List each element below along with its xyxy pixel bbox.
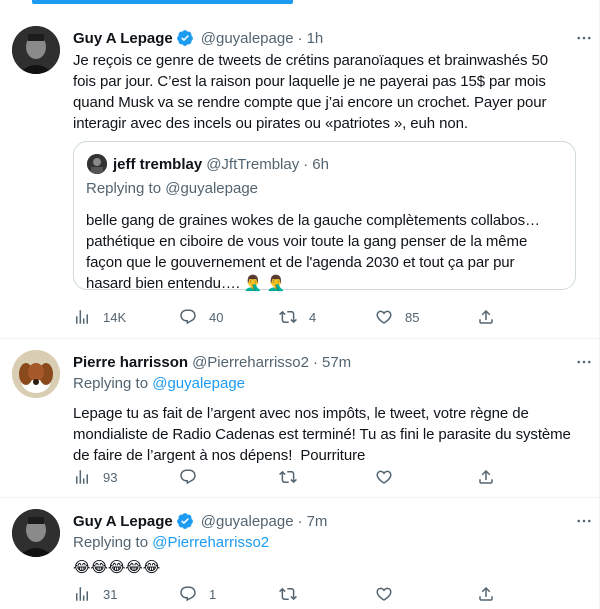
- views-icon: [76, 587, 88, 601]
- share-button[interactable]: [477, 467, 495, 487]
- avatar[interactable]: [12, 509, 60, 557]
- retweet-button[interactable]: 4: [279, 307, 316, 327]
- like-icon: [376, 470, 392, 484]
- reply-icon: [180, 309, 196, 325]
- separator-dot: ·: [313, 353, 318, 371]
- tweet-reply[interactable]: Guy A Lepage @guyalepage · 7m Replying t…: [0, 498, 600, 609]
- share-button[interactable]: [477, 584, 495, 604]
- quoted-author-handle: @JftTremblay: [206, 155, 300, 173]
- views-count: 93: [103, 469, 118, 485]
- author-handle[interactable]: @guyalepage: [201, 30, 294, 47]
- views-icon: [76, 470, 88, 484]
- timestamp[interactable]: 57m: [322, 354, 351, 371]
- author-name[interactable]: Guy A Lepage: [73, 513, 173, 530]
- share-icon: [479, 309, 493, 324]
- more-icon[interactable]: [574, 352, 594, 372]
- replying-handle-link[interactable]: @guyalepage: [152, 375, 245, 392]
- separator-dot: ·: [297, 512, 303, 530]
- quoted-avatar: [87, 154, 107, 174]
- tweet-reply[interactable]: Pierre harrisson @Pierreharrisso2 · 57m …: [0, 339, 600, 497]
- retweet-icon: [279, 470, 297, 484]
- quoted-author-name: jeff tremblay: [113, 155, 203, 173]
- avatar[interactable]: [12, 350, 60, 398]
- author-handle[interactable]: @Pierreharrisso2: [192, 354, 309, 371]
- reply-icon: [180, 586, 196, 602]
- reply-count: 40: [209, 309, 224, 325]
- like-icon: [376, 587, 392, 601]
- share-icon: [479, 586, 493, 601]
- replying-handle-link[interactable]: @Pierreharrisso2: [152, 534, 269, 551]
- tweet-text: Lepage tu as fait de l’argent avec nos i…: [73, 405, 571, 464]
- like-button[interactable]: 85: [375, 307, 419, 327]
- retweet-button[interactable]: [279, 584, 309, 604]
- reply-count: 1: [209, 586, 217, 602]
- author-name[interactable]: Guy A Lepage: [73, 30, 173, 47]
- retweet-button[interactable]: [279, 467, 309, 487]
- separator-dot: ·: [297, 29, 303, 47]
- views-count: 31: [103, 586, 118, 602]
- retweet-icon: [279, 310, 297, 324]
- quoted-tweet[interactable]: jeff tremblay @JftTremblay · 6h Replying…: [73, 141, 576, 292]
- replying-prefix: Replying to: [73, 375, 149, 392]
- retweet-count: 4: [309, 309, 317, 325]
- tweet-actions: 14K 40 4 85: [73, 307, 577, 327]
- tweet-main[interactable]: Guy A Lepage @guyalepage · 1h Je reçois …: [0, 0, 600, 338]
- tweet-actions: 31 1: [73, 584, 577, 604]
- replying-to: Replying to @guyalepage: [73, 375, 584, 395]
- reply-icon: [180, 469, 196, 485]
- timestamp[interactable]: 1h: [307, 30, 324, 47]
- like-count: 85: [405, 309, 420, 325]
- views-button[interactable]: 31: [73, 584, 117, 604]
- replying-prefix: Replying to: [73, 534, 149, 551]
- timestamp[interactable]: 7m: [307, 513, 328, 530]
- views-button[interactable]: 14K: [73, 307, 126, 327]
- separator-dot: ·: [303, 155, 309, 173]
- reply-button[interactable]: 40: [179, 307, 223, 327]
- replying-to: Replying to @Pierreharrisso2: [73, 534, 584, 554]
- share-icon: [479, 469, 493, 484]
- retweet-icon: [279, 587, 297, 601]
- author-name[interactable]: Pierre harrisson: [73, 354, 188, 371]
- views-count: 14K: [103, 309, 127, 325]
- like-button[interactable]: [375, 467, 405, 487]
- replying-prefix: Replying to: [86, 180, 162, 197]
- verified-icon: [176, 512, 194, 530]
- views-button[interactable]: 93: [73, 467, 117, 487]
- more-icon[interactable]: [574, 28, 594, 48]
- tweet-text: Je reçois ce genre de tweets de crétins …: [73, 52, 548, 132]
- replying-handle: @guyalepage: [165, 180, 259, 197]
- verified-icon: [176, 29, 194, 47]
- tweet-text: 😂😂😂😂😂: [73, 559, 161, 576]
- quoted-text: belle gang de graines wokes de la gauche…: [86, 212, 540, 292]
- avatar[interactable]: [12, 26, 60, 74]
- quoted-replying-to: Replying to @guyalepage: [86, 180, 563, 200]
- like-button[interactable]: [375, 584, 405, 604]
- reply-button[interactable]: 1: [179, 584, 216, 604]
- author-handle[interactable]: @guyalepage: [201, 513, 294, 530]
- more-icon[interactable]: [574, 511, 594, 531]
- like-icon: [376, 310, 392, 324]
- views-icon: [76, 310, 88, 324]
- quoted-timestamp: 6h: [312, 155, 329, 173]
- tweet-actions: 93: [73, 467, 577, 487]
- reply-button[interactable]: [179, 467, 209, 487]
- share-button[interactable]: [477, 307, 495, 327]
